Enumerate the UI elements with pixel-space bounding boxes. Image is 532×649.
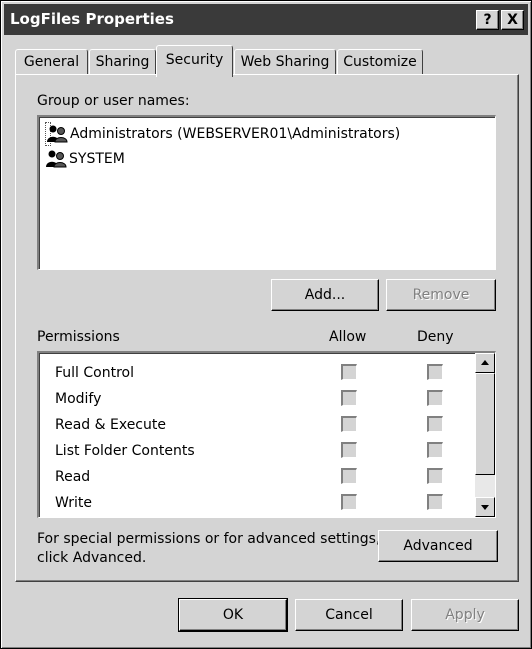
permission-row: Full Control — [55, 363, 134, 389]
security-tab-panel: Group or user names: Administrators (WEB… — [15, 74, 519, 582]
allow-column-header: Allow — [329, 329, 367, 345]
permissions-scrollbar[interactable] — [475, 353, 495, 517]
group-icon — [46, 150, 67, 168]
deny-modify-checkbox[interactable] — [427, 390, 443, 406]
advanced-button[interactable]: Advanced — [378, 530, 498, 562]
scroll-thumb[interactable] — [475, 373, 495, 475]
deny-read-checkbox[interactable] — [427, 468, 443, 484]
permissions-list[interactable]: Full Control Modify Read & Execute List … — [37, 351, 496, 518]
permission-row: Write — [55, 493, 92, 519]
allow-full-control-checkbox[interactable] — [341, 364, 357, 380]
permission-row: Read & Execute — [55, 415, 166, 441]
help-button[interactable]: ? — [476, 10, 499, 30]
cancel-button[interactable]: Cancel — [295, 599, 403, 631]
deny-column-header: Deny — [417, 329, 454, 345]
user-item-label: SYSTEM — [69, 151, 125, 167]
allow-modify-checkbox[interactable] — [341, 390, 357, 406]
close-button[interactable]: X — [501, 10, 524, 30]
properties-dialog: LogFiles Properties ? X General Sharing … — [0, 0, 532, 649]
permission-label: Read & Execute — [55, 417, 166, 433]
user-item-administrators[interactable]: Administrators (WEBSERVER01\Administrato… — [45, 122, 400, 146]
user-listbox[interactable]: Administrators (WEBSERVER01\Administrato… — [37, 115, 496, 270]
permission-label: Read — [55, 469, 91, 485]
tab-customize[interactable]: Customize — [337, 49, 423, 75]
tab-sharing[interactable]: Sharing — [89, 49, 156, 75]
remove-button[interactable]: Remove — [386, 279, 496, 311]
deny-full-control-checkbox[interactable] — [427, 364, 443, 380]
deny-read-execute-checkbox[interactable] — [427, 416, 443, 432]
deny-write-checkbox[interactable] — [427, 494, 443, 510]
title-bar[interactable]: LogFiles Properties ? X — [4, 4, 528, 35]
deny-list-folder-contents-checkbox[interactable] — [427, 442, 443, 458]
permission-label: Full Control — [55, 365, 134, 381]
allow-list-folder-contents-checkbox[interactable] — [341, 442, 357, 458]
permission-label: List Folder Contents — [55, 443, 195, 459]
permission-row: Modify — [55, 389, 101, 415]
window-title: LogFiles Properties — [10, 10, 174, 28]
allow-read-checkbox[interactable] — [341, 468, 357, 484]
group-icon — [47, 125, 68, 143]
tab-general[interactable]: General — [15, 49, 88, 75]
group-or-user-names-label: Group or user names: — [37, 93, 190, 109]
apply-button[interactable]: Apply — [411, 599, 519, 631]
permissions-label: Permissions — [37, 329, 120, 345]
permission-label: Modify — [55, 391, 102, 407]
permission-row: List Folder Contents — [55, 441, 195, 467]
tab-web-sharing[interactable]: Web Sharing — [234, 49, 336, 75]
permission-row: Read — [55, 467, 90, 493]
ok-button[interactable]: OK — [178, 598, 288, 632]
add-button[interactable]: Add... — [271, 279, 379, 311]
advanced-help-text-line2: click Advanced. — [37, 550, 147, 566]
arrow-up-icon — [481, 360, 489, 365]
scroll-down-button[interactable] — [475, 497, 495, 517]
permission-label: Write — [55, 495, 92, 511]
user-item-label: Administrators (WEBSERVER01\Administrato… — [70, 126, 401, 142]
arrow-down-icon — [481, 505, 489, 510]
allow-write-checkbox[interactable] — [341, 494, 357, 510]
allow-read-execute-checkbox[interactable] — [341, 416, 357, 432]
tab-security[interactable]: Security — [156, 45, 233, 77]
scroll-up-button[interactable] — [475, 353, 495, 373]
advanced-help-text-line1: For special permissions or for advanced … — [37, 531, 381, 547]
